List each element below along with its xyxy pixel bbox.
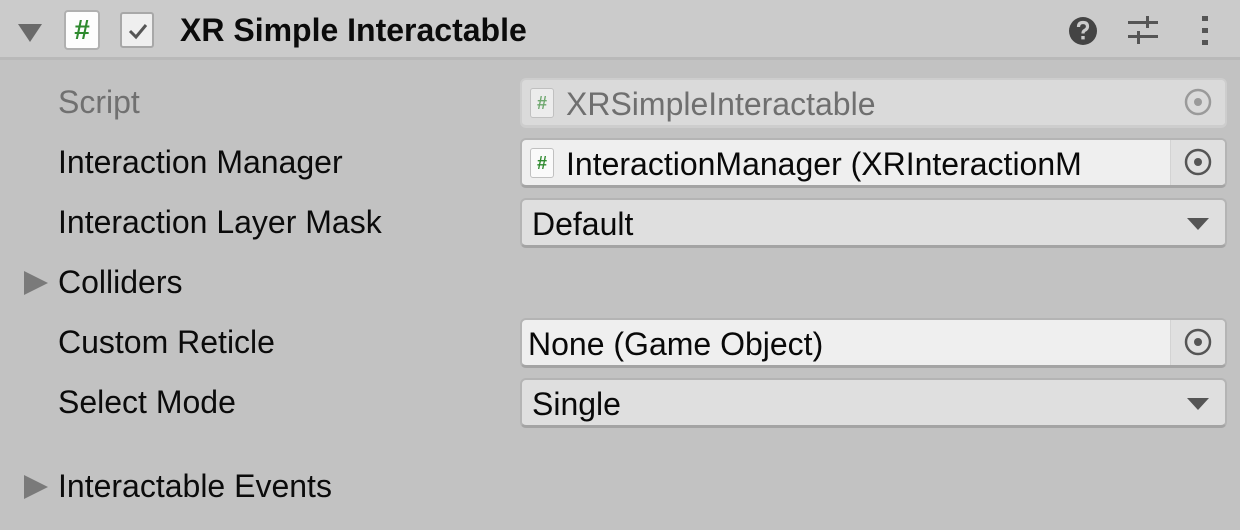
- interaction-manager-field[interactable]: # InteractionManager (XRInteractionM: [520, 138, 1227, 188]
- custom-reticle-label: Custom Reticle: [58, 324, 275, 360]
- script-value: XRSimpleInteractable: [566, 86, 876, 122]
- checkmark-icon: [128, 24, 148, 40]
- object-picker-icon: [1184, 148, 1212, 176]
- csharp-script-icon: #: [530, 88, 554, 118]
- presets-sliders-icon[interactable]: [1126, 14, 1160, 48]
- object-picker-button[interactable]: [1170, 320, 1225, 365]
- interactable-events-foldout-icon[interactable]: [24, 475, 48, 499]
- select-mode-label: Select Mode: [58, 384, 236, 420]
- interaction-layer-mask-value: Default: [532, 206, 634, 242]
- object-picker-button[interactable]: [1170, 140, 1225, 185]
- csharp-script-icon: #: [530, 148, 554, 178]
- script-label: Script: [58, 84, 140, 120]
- component-enabled-checkbox[interactable]: [120, 12, 154, 48]
- interactable-events-foldout-label[interactable]: Interactable Events: [58, 466, 332, 506]
- csharp-script-icon: #: [64, 10, 100, 50]
- object-picker-button: [1171, 80, 1225, 125]
- help-icon[interactable]: [1066, 14, 1100, 48]
- interaction-manager-label: Interaction Manager: [58, 144, 343, 180]
- kebab-menu-icon[interactable]: [1188, 14, 1222, 48]
- foldout-expanded-icon[interactable]: [18, 24, 42, 42]
- colliders-foldout-icon[interactable]: [24, 271, 48, 295]
- dropdown-arrow-icon: [1187, 398, 1209, 410]
- component-header[interactable]: # XR Simple Interactable: [0, 0, 1240, 60]
- script-field: # XRSimpleInteractable: [520, 78, 1227, 128]
- select-mode-value: Single: [532, 386, 621, 422]
- dropdown-arrow-icon: [1187, 218, 1209, 230]
- object-picker-icon: [1184, 88, 1212, 116]
- object-picker-icon: [1184, 328, 1212, 356]
- colliders-foldout-label[interactable]: Colliders: [58, 262, 182, 302]
- custom-reticle-value: None (Game Object): [528, 326, 824, 362]
- interaction-manager-value: InteractionManager (XRInteractionM: [566, 146, 1082, 182]
- interaction-layer-mask-label: Interaction Layer Mask: [58, 204, 382, 240]
- select-mode-dropdown[interactable]: Single: [520, 378, 1227, 428]
- component-title: XR Simple Interactable: [180, 12, 527, 48]
- interaction-layer-mask-dropdown[interactable]: Default: [520, 198, 1227, 248]
- custom-reticle-field[interactable]: None (Game Object): [520, 318, 1227, 368]
